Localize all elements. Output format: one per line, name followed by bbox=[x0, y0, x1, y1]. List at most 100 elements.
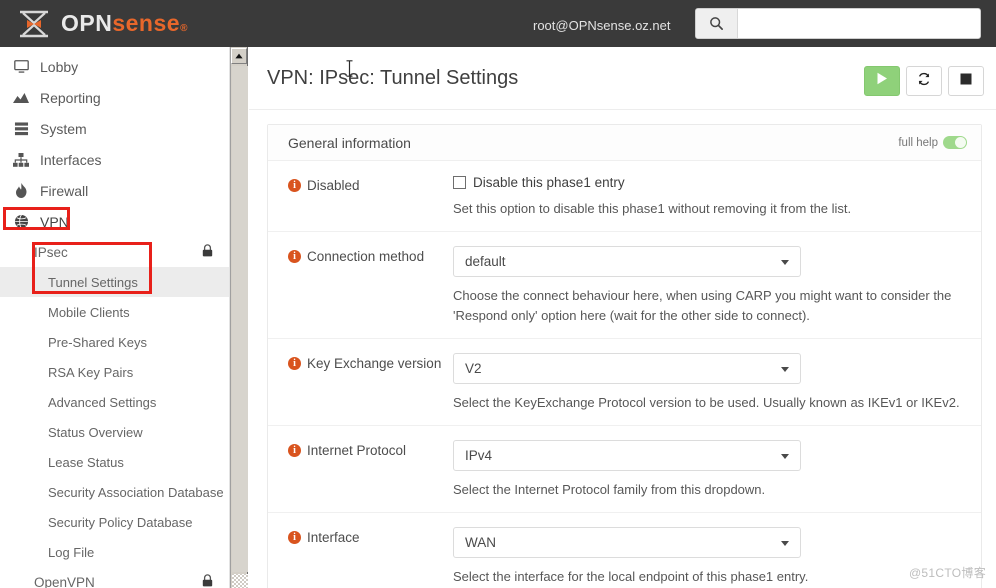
sidebar-item-mobile-clients[interactable]: Mobile Clients bbox=[0, 297, 229, 327]
select-value: IPv4 bbox=[465, 448, 493, 463]
disable-phase1-checkbox-row[interactable]: Disable this phase1 entry bbox=[453, 175, 967, 190]
sidebar-subitem-label: IPsec bbox=[34, 244, 68, 260]
field-row-key-exchange-version: i Key Exchange version V2 Select the Key… bbox=[268, 339, 981, 426]
sidebar-item-label: Lobby bbox=[40, 58, 79, 75]
sidebar-subitem-label: Log File bbox=[48, 544, 95, 560]
sidebar-item-log-file[interactable]: Log File bbox=[0, 537, 229, 567]
globe-shield-icon bbox=[10, 214, 32, 230]
lock-icon bbox=[202, 244, 213, 260]
internet-protocol-select[interactable]: IPv4 bbox=[453, 440, 801, 471]
sidebar-item-pre-shared-keys[interactable]: Pre-Shared Keys bbox=[0, 327, 229, 357]
apply-button[interactable] bbox=[864, 66, 900, 96]
sidebar-item-interfaces[interactable]: Interfaces bbox=[0, 144, 229, 175]
sidebar-item-lobby[interactable]: Lobby bbox=[0, 51, 229, 82]
sitemap-icon bbox=[10, 152, 32, 168]
sidebar-item-status-overview[interactable]: Status Overview bbox=[0, 417, 229, 447]
sidebar-item-rsa-key-pairs[interactable]: RSA Key Pairs bbox=[0, 357, 229, 387]
disable-phase1-checkbox[interactable] bbox=[453, 176, 466, 189]
flame-icon bbox=[10, 183, 32, 199]
field-control-key-exchange-version: V2 Select the KeyExchange Protocol versi… bbox=[453, 353, 967, 413]
sidebar-item-tunnel-settings[interactable]: Tunnel Settings bbox=[0, 267, 229, 297]
sidebar-scrollbar[interactable] bbox=[230, 47, 248, 588]
sidebar-subitem-label: Advanced Settings bbox=[48, 394, 157, 410]
play-icon bbox=[876, 72, 888, 90]
sidebar-item-label: System bbox=[40, 120, 87, 137]
toggle-switch-icon[interactable] bbox=[943, 136, 967, 149]
field-label-key-exchange-version: i Key Exchange version bbox=[288, 353, 453, 413]
reconnect-button[interactable] bbox=[906, 66, 942, 96]
sidebar-subitem-label: Status Overview bbox=[48, 424, 143, 440]
field-label-connection-method: i Connection method bbox=[288, 246, 453, 326]
info-icon[interactable]: i bbox=[288, 357, 301, 370]
field-label-text: Internet Protocol bbox=[307, 443, 407, 458]
stop-button[interactable] bbox=[948, 66, 984, 96]
field-row-internet-protocol: i Internet Protocol IPv4 Select the Inte… bbox=[268, 426, 981, 513]
scrollbar-corner bbox=[232, 574, 248, 588]
search-input[interactable] bbox=[738, 9, 980, 38]
field-label-text: Key Exchange version bbox=[307, 356, 442, 371]
page-title: VPN: IPsec: Tunnel Settings bbox=[267, 66, 519, 89]
global-search[interactable] bbox=[695, 8, 981, 39]
select-value: WAN bbox=[465, 535, 496, 550]
info-icon[interactable]: i bbox=[288, 179, 301, 192]
interface-select[interactable]: WAN bbox=[453, 527, 801, 558]
chevron-down-icon bbox=[781, 540, 789, 546]
lock-icon bbox=[202, 574, 213, 588]
sidebar-item-vpn[interactable]: VPN bbox=[0, 206, 229, 237]
logged-in-user: root@OPNsense.oz.net bbox=[533, 18, 671, 33]
field-help-text: Select the interface for the local endpo… bbox=[453, 569, 809, 584]
info-icon[interactable]: i bbox=[288, 531, 301, 544]
sidebar-item-security-association-database[interactable]: Security Association Database bbox=[0, 477, 229, 507]
sidebar-item-ipsec[interactable]: IPsec bbox=[0, 237, 229, 267]
sidebar-subitem-label: Security Policy Database bbox=[48, 514, 193, 530]
sidebar-item-security-policy-database[interactable]: Security Policy Database bbox=[0, 507, 229, 537]
sidebar-item-label: Reporting bbox=[40, 89, 101, 106]
main-navigation-sidebar[interactable]: Lobby Reporting System Interfaces Firewa… bbox=[0, 47, 230, 588]
sidebar-item-system[interactable]: System bbox=[0, 113, 229, 144]
select-value: default bbox=[465, 254, 506, 269]
sidebar-item-reporting[interactable]: Reporting bbox=[0, 82, 229, 113]
page-action-buttons bbox=[864, 66, 984, 96]
scrollbar-track[interactable] bbox=[232, 66, 248, 572]
sidebar-item-openvpn[interactable]: OpenVPN bbox=[0, 567, 229, 588]
logo-opn-text: OPN bbox=[61, 10, 113, 36]
info-icon[interactable]: i bbox=[288, 444, 301, 457]
sidebar-subitem-label: Mobile Clients bbox=[48, 304, 130, 320]
field-help-text: Choose the connect behaviour here, when … bbox=[453, 288, 952, 323]
sidebar-item-advanced-settings[interactable]: Advanced Settings bbox=[0, 387, 229, 417]
scroll-up-arrow-icon[interactable] bbox=[231, 48, 247, 64]
sidebar-subitem-label: RSA Key Pairs bbox=[48, 364, 134, 380]
opnsense-logo-icon bbox=[14, 9, 54, 39]
search-icon[interactable] bbox=[696, 9, 738, 38]
top-bar: OPN sense ® root@OPNsense.oz.net bbox=[0, 0, 996, 47]
refresh-icon bbox=[917, 72, 931, 91]
full-help-label: full help bbox=[898, 136, 938, 149]
chevron-down-icon bbox=[781, 366, 789, 372]
sidebar-item-lease-status[interactable]: Lease Status bbox=[0, 447, 229, 477]
sidebar-subitem-label: Security Association Database bbox=[48, 484, 224, 500]
sidebar-item-label: Interfaces bbox=[40, 151, 102, 168]
server-stack-icon bbox=[10, 121, 32, 137]
sidebar-item-label: VPN bbox=[40, 213, 69, 230]
sidebar-item-firewall[interactable]: Firewall bbox=[0, 175, 229, 206]
opnsense-logo[interactable]: OPN sense ® bbox=[14, 9, 188, 39]
stop-icon bbox=[960, 72, 972, 90]
field-help-text: Set this option to disable this phase1 w… bbox=[453, 201, 852, 216]
logo-wordmark: OPN sense ® bbox=[61, 12, 188, 35]
monitor-icon bbox=[10, 59, 32, 75]
field-help-text: Select the Internet Protocol family from… bbox=[453, 482, 766, 497]
field-label-internet-protocol: i Internet Protocol bbox=[288, 440, 453, 500]
text-cursor-icon bbox=[345, 60, 354, 82]
field-control-interface: WAN Select the interface for the local e… bbox=[453, 527, 967, 587]
info-icon[interactable]: i bbox=[288, 250, 301, 263]
panel-title: General information bbox=[288, 134, 411, 151]
field-row-connection-method: i Connection method default Choose the c… bbox=[268, 232, 981, 339]
watermark: @51CTO博客 bbox=[908, 566, 986, 580]
connection-method-select[interactable]: default bbox=[453, 246, 801, 277]
sidebar-subitem-label: OpenVPN bbox=[34, 574, 95, 588]
chart-area-icon bbox=[10, 90, 32, 106]
logo-sense-text: sense bbox=[112, 10, 181, 36]
key-exchange-version-select[interactable]: V2 bbox=[453, 353, 801, 384]
field-label-text: Interface bbox=[307, 530, 360, 545]
full-help-toggle[interactable]: full help bbox=[898, 136, 967, 149]
